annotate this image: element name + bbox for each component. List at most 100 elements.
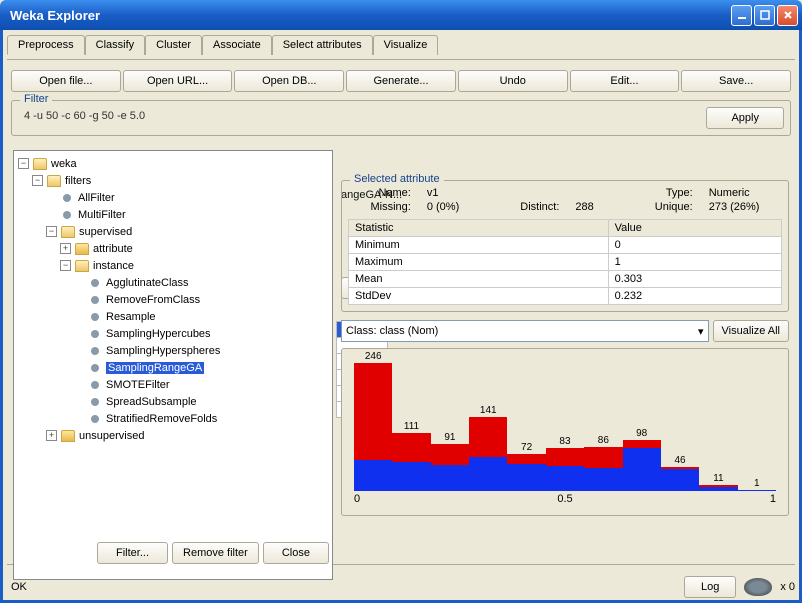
generate-button[interactable]: Generate... bbox=[346, 70, 456, 92]
visualize-all-button[interactable]: Visualize All bbox=[713, 320, 790, 342]
tree-leaf[interactable]: AgglutinateClass bbox=[106, 277, 189, 289]
undo-button[interactable]: Undo bbox=[458, 70, 568, 92]
missing-value: 0 (0%) bbox=[427, 201, 482, 213]
apply-button[interactable]: Apply bbox=[706, 107, 784, 129]
window-titlebar: Weka Explorer bbox=[0, 0, 802, 30]
expander-icon[interactable]: − bbox=[46, 226, 57, 237]
main-toolbar: Open file... Open URL... Open DB... Gene… bbox=[7, 68, 795, 94]
type-label: Type: bbox=[632, 187, 692, 199]
close-tree-button[interactable]: Close bbox=[263, 542, 329, 564]
name-value: v1 bbox=[427, 187, 482, 199]
filter-group: Filter 4 -u 50 -c 60 -g 50 -e 5.0 Apply bbox=[11, 100, 791, 136]
expander-icon[interactable]: − bbox=[32, 175, 43, 186]
distinct-value: 288 bbox=[575, 201, 616, 213]
tab-cluster[interactable]: Cluster bbox=[145, 35, 202, 55]
folder-open-icon bbox=[61, 226, 75, 238]
status-text: OK bbox=[7, 581, 676, 593]
tree-node-unsupervised[interactable]: unsupervised bbox=[79, 430, 144, 442]
type-value: Numeric bbox=[709, 187, 782, 199]
leaf-icon bbox=[91, 347, 99, 355]
tree-leaf[interactable]: SamplingHyperspheres bbox=[106, 345, 220, 357]
tab-associate[interactable]: Associate bbox=[202, 35, 272, 55]
folder-icon bbox=[75, 243, 89, 255]
remove-filter-button[interactable]: Remove filter bbox=[172, 542, 259, 564]
missing-label: Missing: bbox=[348, 201, 411, 213]
histogram-axis: 0 0.5 1 bbox=[354, 493, 776, 505]
maximize-button[interactable] bbox=[754, 5, 775, 26]
leaf-icon bbox=[63, 211, 71, 219]
open-db-button[interactable]: Open DB... bbox=[234, 70, 344, 92]
folder-icon bbox=[61, 430, 75, 442]
filter-group-title: Filter bbox=[20, 93, 52, 105]
weka-bird-icon bbox=[744, 578, 772, 596]
expander-icon[interactable]: + bbox=[46, 430, 57, 441]
leaf-icon bbox=[91, 364, 99, 372]
selected-attribute-title: Selected attribute bbox=[350, 173, 444, 185]
tree-node-filters[interactable]: filters bbox=[65, 175, 91, 187]
leaf-icon bbox=[91, 415, 99, 423]
tree-leaf[interactable]: SamplingHypercubes bbox=[106, 328, 211, 340]
unique-label: Unique: bbox=[632, 201, 692, 213]
folder-open-icon bbox=[47, 175, 61, 187]
log-button[interactable]: Log bbox=[684, 576, 736, 598]
tab-select-attributes[interactable]: Select attributes bbox=[272, 35, 373, 55]
unique-value: 273 (26%) bbox=[709, 201, 782, 213]
name-label: Name: bbox=[348, 187, 411, 199]
folder-open-icon bbox=[75, 260, 89, 272]
histogram-panel: 246111911417283869846111 0 0.5 1 bbox=[341, 348, 789, 516]
distinct-label: Distinct: bbox=[498, 201, 560, 213]
leaf-icon bbox=[91, 296, 99, 304]
tree-bottom-buttons: Filter... Remove filter Close bbox=[97, 542, 329, 564]
tree-leaf-selected[interactable]: SamplingRangeGA bbox=[106, 362, 204, 374]
close-button[interactable] bbox=[777, 5, 798, 26]
statistics-table: StatisticValue Minimum0 Maximum1 Mean0.3… bbox=[348, 219, 782, 305]
tab-preprocess[interactable]: Preprocess bbox=[7, 35, 85, 55]
tree-node-supervised[interactable]: supervised bbox=[79, 226, 132, 238]
open-url-button[interactable]: Open URL... bbox=[123, 70, 233, 92]
histogram-bars: 246111911417283869846111 bbox=[354, 355, 776, 491]
save-button[interactable]: Save... bbox=[681, 70, 791, 92]
main-tabs: Preprocess Classify Cluster Associate Se… bbox=[7, 34, 795, 54]
minimize-button[interactable] bbox=[731, 5, 752, 26]
expander-icon[interactable]: − bbox=[60, 260, 71, 271]
tree-leaf[interactable]: AllFilter bbox=[78, 192, 115, 204]
table-row: Minimum0 bbox=[349, 237, 782, 254]
filter-config-text[interactable]: 4 -u 50 -c 60 -g 50 -e 5.0 bbox=[18, 108, 702, 128]
tree-node-instance[interactable]: instance bbox=[93, 260, 134, 272]
tab-visualize[interactable]: Visualize bbox=[373, 35, 439, 55]
tree-node-weka[interactable]: weka bbox=[51, 158, 77, 170]
filter-button[interactable]: Filter... bbox=[97, 542, 168, 564]
tree-leaf[interactable]: Resample bbox=[106, 311, 156, 323]
open-file-button[interactable]: Open file... bbox=[11, 70, 121, 92]
class-select-value: Class: class (Nom) bbox=[346, 325, 438, 337]
stat-header: Statistic bbox=[349, 220, 609, 237]
leaf-icon bbox=[91, 279, 99, 287]
tree-leaf[interactable]: MultiFilter bbox=[78, 209, 126, 221]
class-select[interactable]: Class: class (Nom) ▾ bbox=[341, 320, 709, 342]
table-row: Maximum1 bbox=[349, 254, 782, 271]
leaf-icon bbox=[91, 330, 99, 338]
leaf-icon bbox=[91, 313, 99, 321]
leaf-icon bbox=[63, 194, 71, 202]
filter-tree[interactable]: −weka −filters AllFilter MultiFilter −su… bbox=[13, 150, 333, 580]
value-header: Value bbox=[608, 220, 781, 237]
tree-leaf[interactable]: StratifiedRemoveFolds bbox=[106, 413, 217, 425]
window-controls bbox=[731, 5, 798, 26]
expander-icon[interactable]: − bbox=[18, 158, 29, 169]
tree-leaf[interactable]: SpreadSubsample bbox=[106, 396, 197, 408]
leaf-icon bbox=[91, 398, 99, 406]
tree-leaf[interactable]: SMOTEFilter bbox=[106, 379, 170, 391]
edit-button[interactable]: Edit... bbox=[570, 70, 680, 92]
table-row: StdDev0.232 bbox=[349, 288, 782, 305]
chevron-down-icon: ▾ bbox=[698, 325, 704, 338]
tree-node-attribute[interactable]: attribute bbox=[93, 243, 133, 255]
leaf-icon bbox=[91, 381, 99, 389]
tab-classify[interactable]: Classify bbox=[85, 35, 146, 55]
selected-attribute-panel: Selected attribute Name:v1 Type:Numeric … bbox=[341, 180, 789, 312]
status-count: x 0 bbox=[780, 581, 795, 593]
expander-icon[interactable]: + bbox=[60, 243, 71, 254]
folder-open-icon bbox=[33, 158, 47, 170]
table-row: Mean0.303 bbox=[349, 271, 782, 288]
tree-leaf[interactable]: RemoveFromClass bbox=[106, 294, 200, 306]
window-title: Weka Explorer bbox=[4, 8, 731, 23]
